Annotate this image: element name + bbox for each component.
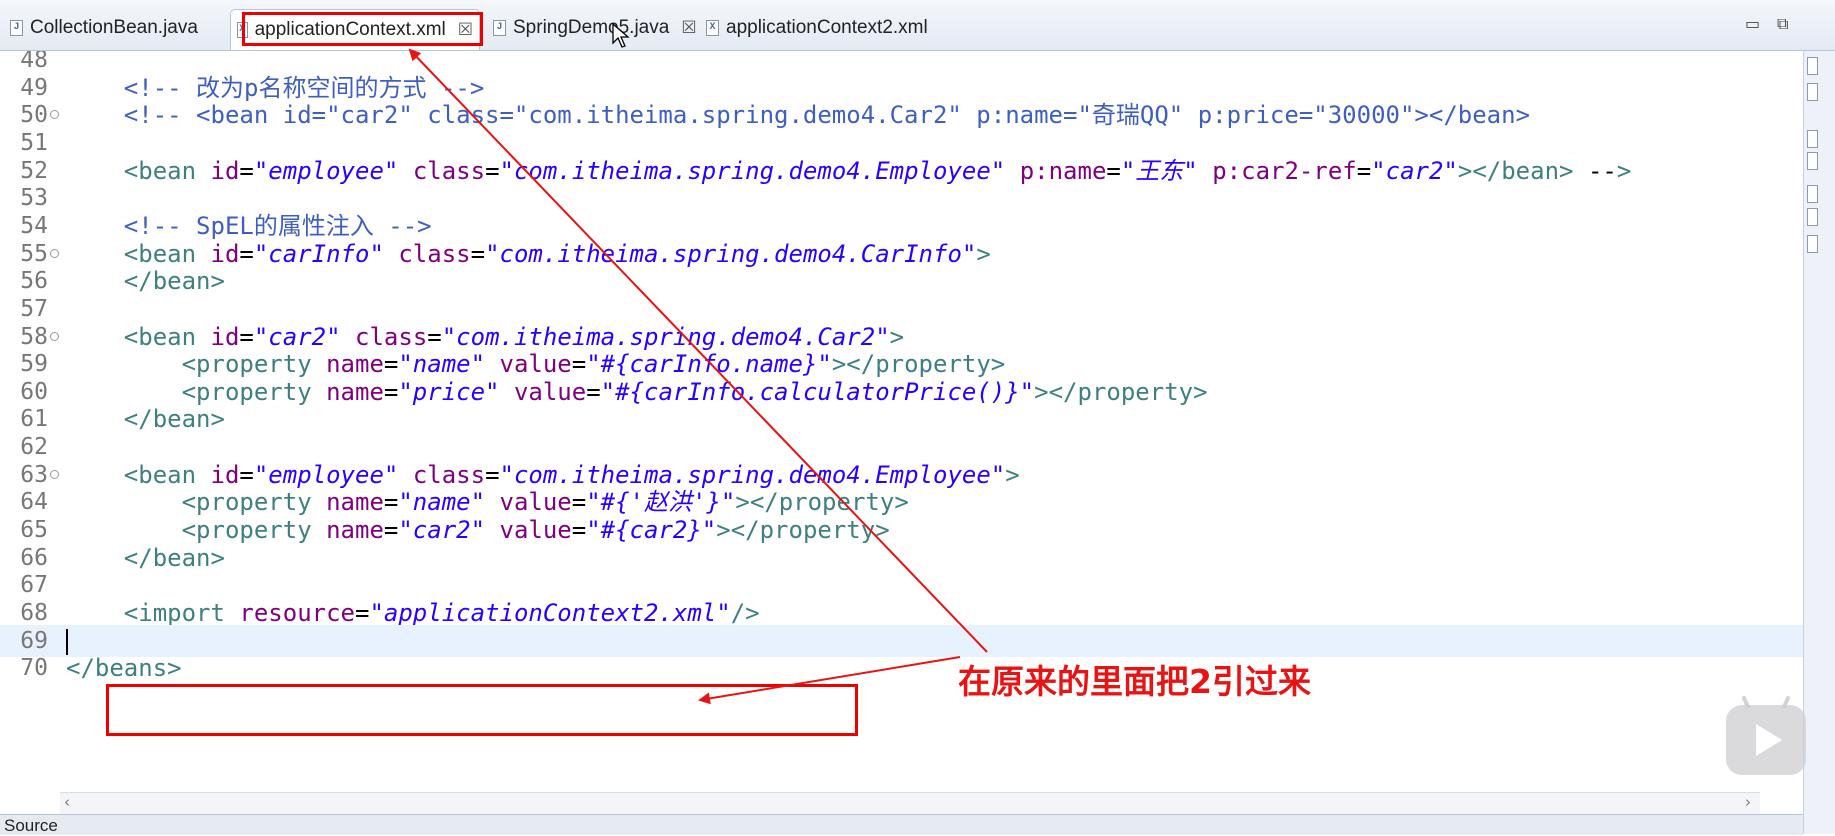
tab-label: SpringDemo5.java	[513, 17, 670, 38]
scroll-left-icon[interactable]: ‹	[64, 793, 70, 811]
close-tab-icon[interactable]: ☒	[681, 18, 696, 38]
tab-collectionbean-java[interactable]: J CollectionBean.java	[4, 9, 204, 47]
minimize-icon[interactable]: ▭	[1745, 14, 1760, 33]
tv-ears-icon	[1742, 696, 1790, 708]
editor-bottom-tabs: Source	[0, 814, 1803, 835]
ruler-marker-icon	[1807, 185, 1818, 203]
highlight-box-tab	[242, 12, 483, 46]
text-caret	[66, 628, 68, 655]
horizontal-scrollbar[interactable]: ‹ ›	[60, 792, 1760, 815]
scroll-right-icon[interactable]: ›	[1745, 793, 1751, 811]
tab-applicationcontext2-xml[interactable]: X applicationContext2.xml	[700, 9, 934, 47]
tab-label: CollectionBean.java	[30, 17, 198, 38]
java-file-icon: J	[10, 20, 23, 36]
video-play-button[interactable]	[1726, 696, 1806, 775]
ruler-marker-icon	[1807, 130, 1818, 148]
xml-file-icon: X	[706, 20, 719, 36]
code-text: </beans>	[66, 654, 182, 683]
tab-springdemo5-java[interactable]: J SpringDemo5.java ☒	[487, 9, 703, 47]
java-file-icon: J	[493, 20, 506, 36]
fold-toggle-icon[interactable]	[50, 110, 59, 120]
ruler-marker-icon	[1807, 57, 1818, 75]
highlight-box-import	[106, 684, 858, 736]
ruler-marker-icon	[1807, 152, 1818, 170]
fold-toggle-icon[interactable]	[50, 331, 59, 341]
tab-label: applicationContext2.xml	[726, 17, 928, 38]
line-number: 70	[20, 655, 48, 682]
maximize-icon[interactable]: ⧉	[1777, 14, 1788, 34]
ruler-marker-icon	[1807, 235, 1818, 253]
play-icon	[1756, 724, 1782, 756]
fold-toggle-icon[interactable]	[50, 469, 59, 479]
annotation-label: 在原来的里面把2引过来	[958, 662, 1311, 701]
ruler-marker-icon	[1807, 208, 1818, 226]
code-line[interactable]: 70 </beans>	[0, 652, 1803, 684]
mouse-cursor-icon	[612, 23, 630, 48]
fold-toggle-icon[interactable]	[50, 248, 59, 258]
tab-source[interactable]: Source	[4, 816, 58, 836]
ruler-marker-icon	[1807, 83, 1818, 101]
